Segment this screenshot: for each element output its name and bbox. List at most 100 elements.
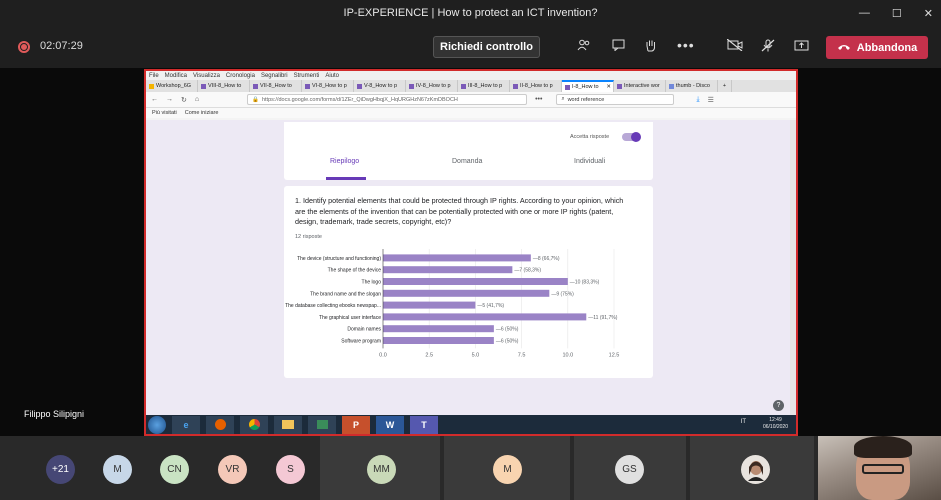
data-label: —5 (41,7%) — [477, 303, 504, 309]
responses-bar-chart: 0.0 2.5 5.0 7.5 10.0 12.5 The device (structur… — [285, 249, 619, 358]
self-video-preview[interactable] — [818, 436, 941, 500]
url-bar[interactable]: 🔒 https://docs.google.com/forms/d/1ZEr_Q… — [247, 94, 528, 105]
menu-file[interactable]: File — [149, 73, 159, 79]
menu-visualizza[interactable]: Visualizza — [193, 73, 220, 79]
clock-time: 12:49 — [769, 417, 782, 423]
menu-cronologia[interactable]: Cronologia — [226, 73, 255, 79]
forward-icon[interactable]: → — [166, 96, 173, 103]
browser-tab[interactable]: thumb - Disco — [666, 80, 718, 92]
window-controls: — ☐ ✕ — [859, 0, 933, 26]
share-screen-icon[interactable] — [794, 39, 809, 55]
search-input[interactable]: ⌕ word reference — [556, 94, 675, 105]
maximize-button[interactable]: ☐ — [892, 7, 902, 20]
menu-modifica[interactable]: Modifica — [165, 73, 187, 79]
browser-tab[interactable]: VI-8_How to p — [302, 80, 354, 92]
tab-favicon-icon — [201, 83, 206, 89]
x-tick-label: 7.5 — [518, 352, 526, 358]
chat-icon[interactable] — [612, 39, 625, 54]
downloads-icon[interactable]: ⤓ — [696, 96, 699, 104]
browser-tab-active[interactable]: I-8_How to ✕ — [562, 80, 614, 92]
leave-call-button[interactable]: Abbandona — [826, 36, 928, 59]
category-label: The database collecting ebooks newspap..… — [285, 303, 381, 309]
more-participants-avatar[interactable]: +21 — [46, 455, 75, 484]
raise-hand-icon[interactable] — [645, 39, 657, 55]
mic-off-icon[interactable] — [761, 39, 775, 55]
forms-page: Accetta risposte Riepilogo Domanda Indiv… — [146, 120, 796, 415]
taskbar-app-ie[interactable]: e — [172, 415, 200, 434]
minimize-button[interactable]: — — [859, 7, 870, 19]
request-control-button[interactable]: Richiedi controllo — [433, 36, 540, 58]
question-text: 1. Identify potential elements that coul… — [295, 196, 624, 226]
tab-favicon-icon — [409, 83, 414, 89]
browser-tab[interactable]: Workshop_6G — [146, 80, 198, 92]
taskbar-app-generic[interactable] — [308, 415, 336, 434]
participant-avatar[interactable]: GS — [615, 455, 644, 484]
participant-avatar[interactable]: M — [493, 455, 522, 484]
bar — [383, 266, 513, 274]
start-button[interactable] — [148, 415, 166, 434]
data-label: —9 (75%) — [551, 291, 574, 297]
browser-tab[interactable]: V-8_How to p — [354, 80, 406, 92]
taskbar-app-firefox[interactable] — [206, 415, 234, 434]
close-button[interactable]: ✕ — [924, 7, 933, 20]
taskbar-app-chrome[interactable] — [240, 415, 268, 434]
new-tab-button[interactable]: + — [718, 80, 732, 92]
browser-tab[interactable]: II-8_How to p — [510, 80, 562, 92]
browser-navbar: ← → ↻ ⌂ 🔒 https://docs.google.com/forms/… — [146, 92, 796, 108]
participants-icon[interactable] — [577, 39, 591, 54]
taskbar-app-word[interactable]: W — [376, 415, 404, 434]
browser-tab[interactable]: Interactive wor — [614, 80, 666, 92]
help-button[interactable]: ? — [773, 400, 784, 411]
bar — [383, 325, 494, 333]
more-options-icon[interactable]: ••• — [677, 37, 695, 53]
data-label: —6 (50%) — [496, 339, 519, 345]
browser-tab[interactable]: III-8_How to p — [458, 80, 510, 92]
reload-icon[interactable]: ↻ — [181, 96, 187, 104]
language-indicator[interactable]: IT — [741, 419, 746, 425]
participant-avatar[interactable]: S — [276, 455, 305, 484]
window-titlebar: IP-EXPERIENCE | How to protect an ICT in… — [0, 0, 941, 26]
taskbar-app-powerpoint[interactable]: P — [342, 415, 370, 434]
participant-avatar[interactable]: VR — [218, 455, 247, 484]
bar — [383, 289, 550, 297]
home-icon[interactable]: ⌂ — [195, 96, 199, 103]
browser-tab[interactable]: IV-8_How to p — [406, 80, 458, 92]
participant-avatar[interactable]: M — [103, 455, 132, 484]
category-label: The device (structure and functioning) — [297, 256, 381, 262]
tab-close-icon[interactable]: ✕ — [606, 84, 613, 90]
taskbar-clock[interactable]: 12:49 06/10/2020 — [763, 417, 788, 431]
bookmarks-bar: Più visitati Come iniziare — [146, 108, 796, 118]
back-icon[interactable]: ← — [151, 96, 158, 103]
firefox-icon — [214, 419, 226, 430]
menu-segnalibri[interactable]: Segnalibri — [261, 73, 288, 79]
taskbar-app-explorer[interactable] — [274, 415, 302, 434]
shared-screen: File Modifica Visualizza Cronologia Segn… — [144, 69, 798, 436]
menu-aiuto[interactable]: Aiuto — [325, 73, 339, 79]
hang-up-icon — [837, 42, 851, 54]
participant-avatar[interactable]: CN — [160, 455, 189, 484]
participant-avatar[interactable]: MM — [367, 455, 396, 484]
active-tab-indicator — [326, 177, 366, 180]
library-icon[interactable]: ☰ — [708, 96, 714, 104]
page-actions-icon[interactable]: ••• — [535, 96, 542, 103]
accept-responses-toggle[interactable] — [622, 132, 641, 142]
participant-photo-avatar[interactable] — [741, 455, 770, 484]
camera-off-icon[interactable] — [726, 38, 743, 54]
tab-question[interactable]: Domanda — [452, 158, 482, 165]
taskbar-app-teams[interactable]: T — [410, 415, 438, 434]
response-count: 12 risposte — [295, 234, 322, 240]
browser-tab[interactable]: VIII-8_How to — [198, 80, 250, 92]
page-scrollbar[interactable] — [790, 120, 796, 415]
menu-strumenti[interactable]: Strumenti — [294, 73, 320, 79]
bookmark-item[interactable]: Più visitati — [152, 110, 177, 116]
responses-header-card: Accetta risposte Riepilogo Domanda Indiv… — [284, 122, 653, 180]
accept-responses-label: Accetta risposte — [570, 134, 610, 140]
tab-summary[interactable]: Riepilogo — [330, 158, 359, 165]
browser-tab[interactable]: VII-8_How to — [250, 80, 302, 92]
url-text: https://docs.google.com/forms/d/1ZEr_QiD… — [261, 96, 458, 103]
question-card: 1. Identify potential elements that coul… — [284, 186, 653, 378]
tab-individual[interactable]: Individuali — [574, 158, 605, 165]
tab-favicon-icon — [513, 83, 518, 89]
bookmark-item[interactable]: Come iniziare — [185, 110, 219, 116]
bar — [383, 337, 494, 344]
